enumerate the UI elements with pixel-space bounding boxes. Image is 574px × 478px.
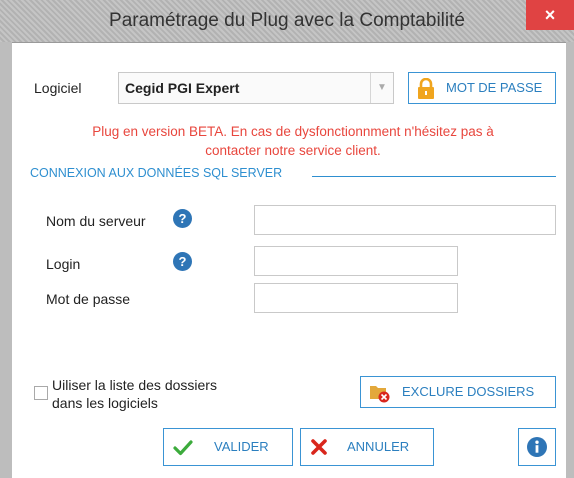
close-icon: ×: [544, 5, 556, 25]
cancel-label: ANNULER: [347, 439, 410, 454]
checkmark-icon: [173, 440, 193, 456]
password-input[interactable]: [254, 283, 458, 313]
lock-icon: [418, 78, 434, 99]
use-folders-checkbox[interactable]: [34, 386, 48, 400]
beta-notice-line1: Plug en version BETA. En cas de dysfonct…: [92, 124, 494, 139]
close-button[interactable]: ×: [526, 0, 574, 30]
window-border-left: [0, 42, 12, 478]
window-border-right: [566, 42, 574, 478]
help-icon[interactable]: ?: [173, 252, 192, 271]
validate-label: VALIDER: [214, 439, 269, 454]
software-label: Logiciel: [34, 80, 82, 96]
server-label: Nom du serveur: [46, 213, 146, 229]
exclude-folders-label: EXCLURE DOSSIERS: [402, 384, 535, 399]
password-button-label: MOT DE PASSE: [446, 80, 543, 95]
window-title: Paramétrage du Plug avec la Comptabilité: [109, 10, 465, 31]
beta-notice-line2: contacter notre service client.: [205, 143, 381, 158]
use-folders-label: Uiliser la liste des dossiers dans les l…: [52, 376, 217, 412]
software-select[interactable]: Cegid PGI Expert ▼: [118, 72, 394, 104]
info-icon: [527, 437, 547, 457]
validate-button[interactable]: VALIDER: [163, 428, 293, 466]
folder-remove-icon: [370, 386, 390, 403]
use-folders-label-line1: Uiliser la liste des dossiers: [52, 377, 217, 393]
login-label: Login: [46, 256, 81, 272]
password-button[interactable]: MOT DE PASSE: [408, 72, 556, 104]
section-title: CONNEXION AUX DONNÉES SQL SERVER: [30, 166, 287, 180]
use-folders-label-line2: dans les logiciels: [52, 395, 158, 411]
dropdown-arrow-icon[interactable]: ▼: [370, 73, 393, 103]
beta-notice: Plug en version BETA. En cas de dysfonct…: [30, 122, 556, 160]
cross-icon: [311, 439, 327, 455]
server-input[interactable]: [254, 205, 556, 235]
exclude-folders-button[interactable]: EXCLURE DOSSIERS: [360, 376, 556, 408]
info-button[interactable]: [518, 428, 556, 466]
password-label: Mot de passe: [46, 291, 131, 307]
section-divider: [312, 176, 556, 177]
login-input[interactable]: [254, 246, 458, 276]
cancel-button[interactable]: ANNULER: [300, 428, 434, 466]
help-icon[interactable]: ?: [173, 209, 192, 228]
software-select-value: Cegid PGI Expert: [125, 80, 240, 96]
